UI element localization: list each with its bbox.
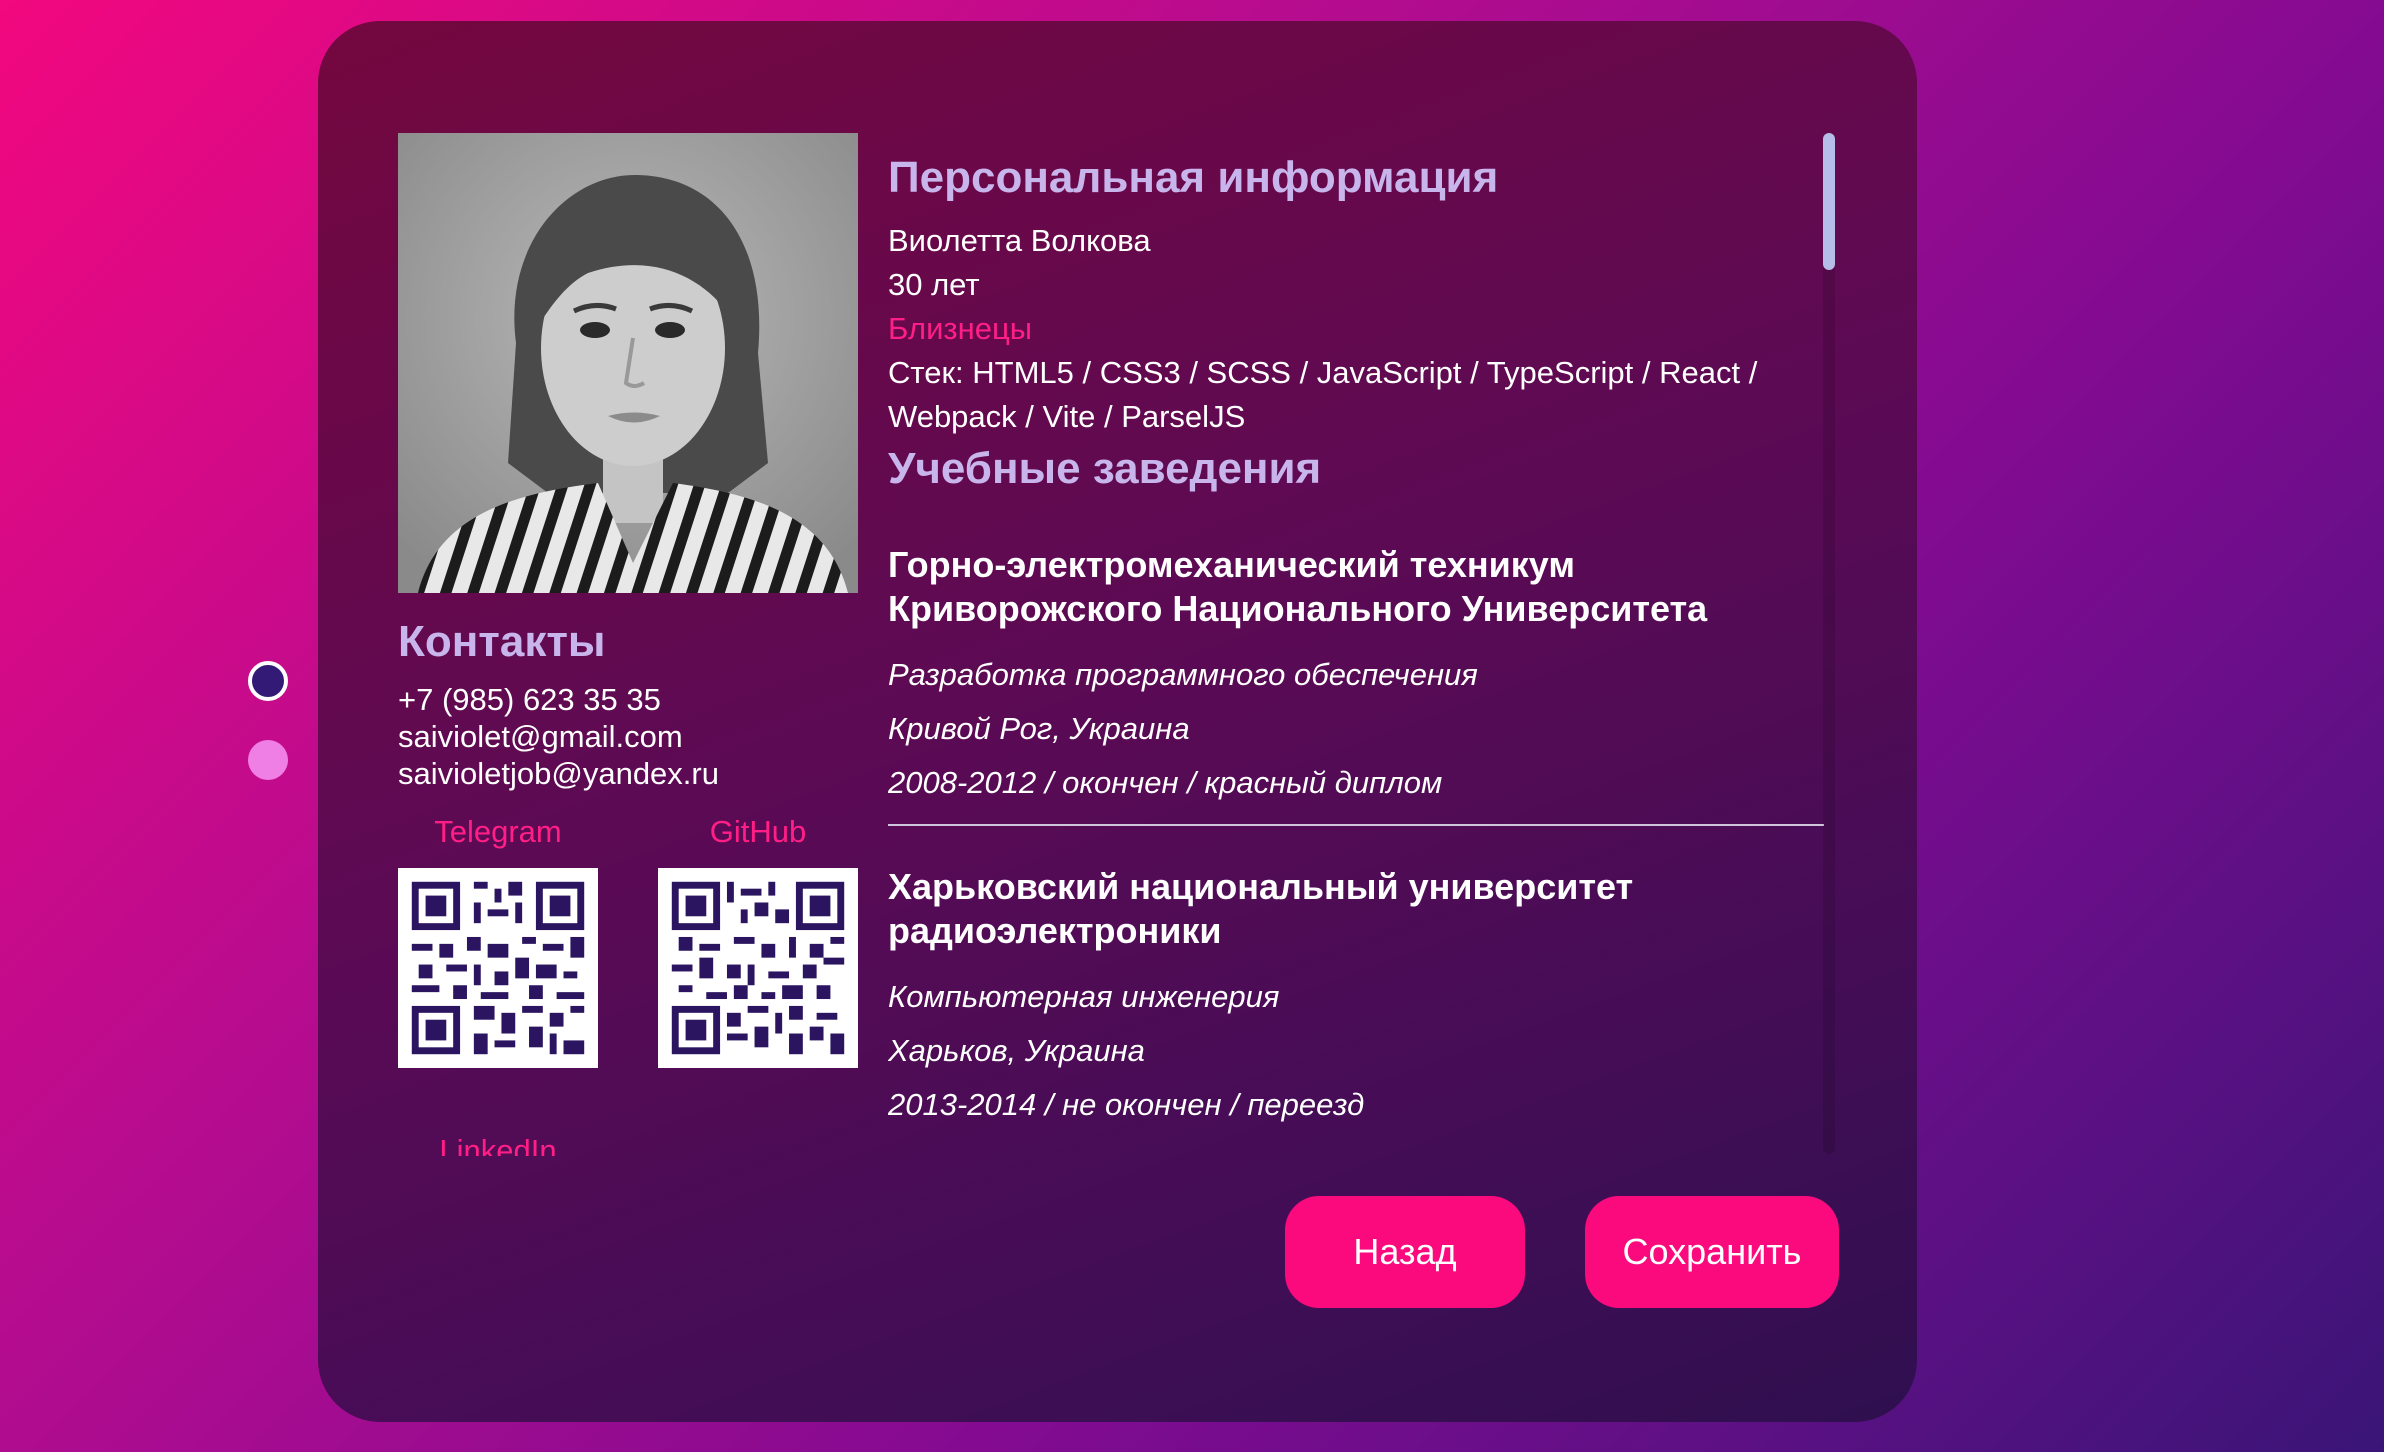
linkedin-link-clip: LinkedIn	[398, 1111, 698, 1156]
education-location: Кривой Рог, Украина	[888, 711, 1190, 746]
education-name: Харьковский национальный университет рад…	[888, 866, 1634, 951]
education-period: 2013-2014 / не окончен / переезд	[888, 1087, 1365, 1122]
telegram-qr-code[interactable]	[398, 868, 598, 1068]
person-age: 30 лет	[888, 267, 980, 302]
github-qr-code[interactable]	[658, 868, 858, 1068]
pagination-dot-1[interactable]	[248, 661, 288, 701]
telegram-link[interactable]: Telegram	[398, 814, 598, 850]
github-link[interactable]: GitHub	[658, 814, 858, 850]
contact-email[interactable]: saiviolet@gmail.com	[398, 718, 719, 755]
tech-stack-line-1: Стек: HTML5 / CSS3 / SCSS / JavaScript /…	[888, 355, 1758, 390]
tech-stack-line-2: Webpack / Vite / ParselJS	[888, 399, 1246, 434]
contact-email-work[interactable]: saivioletjob@yandex.ru	[398, 755, 719, 792]
education-period: 2008-2012 / окончен / красный диплом	[888, 765, 1443, 800]
info-scroll-area[interactable]: Персональная информация Виолетта Волкова…	[888, 133, 1888, 1154]
education-divider	[888, 824, 1824, 826]
person-name: Виолетта Волкова	[888, 223, 1151, 258]
pagination-dot-2[interactable]	[248, 740, 288, 780]
person-zodiac: Близнецы	[888, 311, 1033, 346]
profile-card: Контакты +7 (985) 623 35 35 saiviolet@gm…	[318, 21, 1917, 1422]
scrollbar-thumb[interactable]	[1823, 133, 1835, 270]
education-specialty: Компьютерная инженерия	[888, 979, 1280, 1014]
education-title: Учебные заведения	[888, 444, 1322, 493]
contacts-title: Контакты	[398, 617, 606, 666]
education-specialty: Разработка программного обеспечения	[888, 657, 1478, 692]
personal-info-title: Персональная информация	[888, 153, 1499, 202]
back-button[interactable]: Назад	[1285, 1196, 1525, 1308]
profile-photo	[398, 133, 858, 593]
contact-phone[interactable]: +7 (985) 623 35 35	[398, 681, 719, 718]
scrollbar-track[interactable]	[1823, 133, 1835, 1154]
education-name: Горно-электромеханический техникум Криво…	[888, 544, 1708, 629]
education-location: Харьков, Украина	[888, 1033, 1145, 1068]
linkedin-link[interactable]: LinkedIn	[398, 1133, 598, 1156]
save-button[interactable]: Сохранить	[1585, 1196, 1839, 1308]
